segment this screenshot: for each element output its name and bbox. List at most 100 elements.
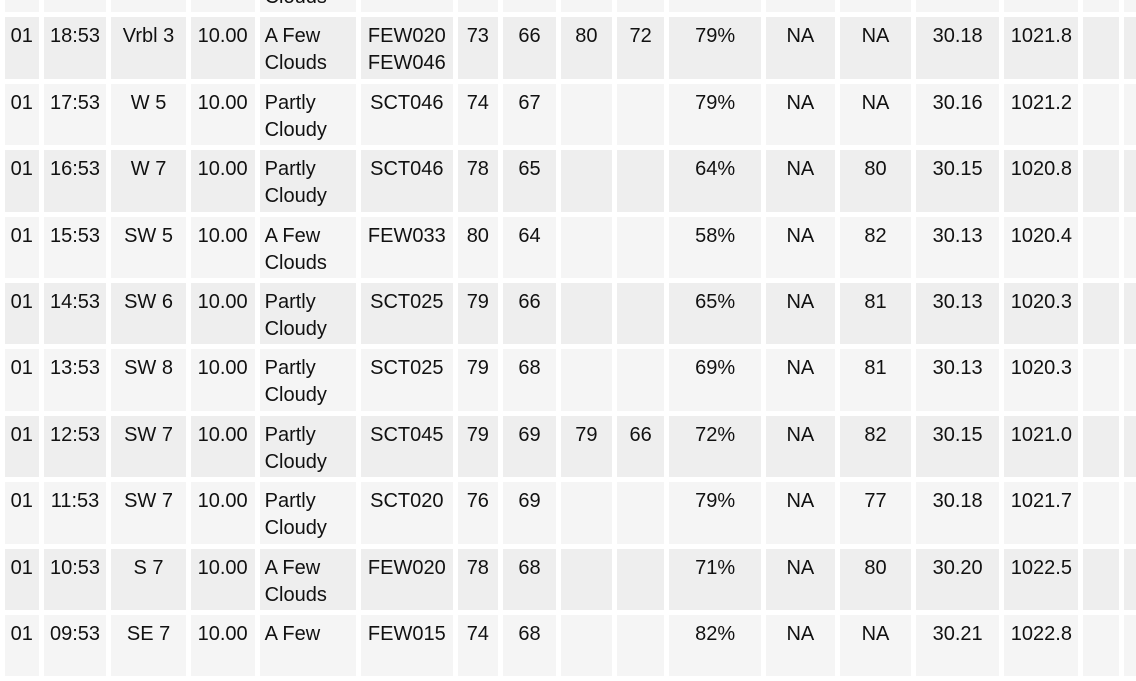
table-row: 01 17:53 W 5 10.00 Partly Cloudy SCT046 74 67 79… (5, 83, 1136, 146)
weather-observations-table: Clouds 0118:53Vrbl 310.00A Few CloudsFEW0… (0, 0, 1136, 681)
heat-index-cell: 81 (839, 282, 912, 345)
weather-cell: Partly Cloudy (259, 150, 357, 212)
precipitation-cell (1083, 17, 1119, 79)
precipitation-cell (1083, 216, 1119, 278)
wind-chill-cell: NA (765, 548, 835, 610)
wind-cell: SE 7 (111, 614, 186, 677)
min-6hr-cell: 72 (616, 17, 665, 79)
precipitation-cell (1083, 548, 1119, 610)
wind-chill-cell: NA (765, 216, 835, 278)
weather-cell: Partly Cloudy (259, 282, 357, 345)
visibility-cell: 10.00 (190, 150, 255, 212)
min-6hr-cell (616, 482, 665, 544)
humidity-cell: 58% (669, 216, 761, 278)
sky-condition-cell (361, 0, 453, 13)
wind-cell (111, 0, 186, 13)
min-6hr-cell (616, 83, 665, 146)
wind-cell: Vrbl 3 (111, 17, 186, 79)
max-6hr-cell (560, 150, 612, 212)
sea-level-pressure-cell (1004, 0, 1079, 13)
sky-condition-cell: SCT025 (361, 282, 453, 345)
visibility-cell: 10.00 (190, 614, 255, 677)
humidity-cell: 64% (669, 150, 761, 212)
date-cell: 01 (5, 548, 39, 610)
dewpoint-cell: 69 (503, 482, 556, 544)
precipitation-cell (1083, 349, 1119, 411)
max-6hr-cell (560, 0, 612, 13)
weather-cell: A Few (259, 614, 357, 677)
dewpoint-cell: 64 (503, 216, 556, 278)
altimeter-cell: 30.15 (916, 150, 1000, 212)
precipitation-cell (1083, 83, 1119, 146)
dewpoint-cell: 68 (503, 548, 556, 610)
max-6hr-cell (560, 548, 612, 610)
altimeter-cell: 30.16 (916, 83, 1000, 146)
time-cell: 16:53 (43, 150, 107, 212)
visibility-cell (190, 0, 255, 13)
sea-level-pressure-cell: 1021.0 (1004, 415, 1079, 478)
humidity-cell: 71% (669, 548, 761, 610)
precipitation-cell (1123, 482, 1136, 544)
visibility-cell: 10.00 (190, 482, 255, 544)
weather-cell: Partly Cloudy (259, 349, 357, 411)
temperature-cell (457, 0, 499, 13)
time-cell: 17:53 (43, 83, 107, 146)
max-6hr-cell (560, 216, 612, 278)
table-row: 01 13:53 SW 8 10.00 Partly Cloudy SCT025 79 68 6… (5, 349, 1136, 411)
table-row: 01 18:53 Vrbl 3 10.00 A Few Clouds FEW020 FEW… (5, 17, 1136, 79)
temperature-cell: 78 (457, 150, 499, 212)
time-cell: 12:53 (43, 415, 107, 478)
time-cell: 13:53 (43, 349, 107, 411)
visibility-cell: 10.00 (190, 548, 255, 610)
dewpoint-cell: 68 (503, 349, 556, 411)
altimeter-cell: 30.20 (916, 548, 1000, 610)
date-cell: 01 (5, 83, 39, 146)
table-row: 01 09:53 SE 7 10.00 A Few FEW015 74 68 82% NA NA 30… (5, 614, 1136, 677)
sea-level-pressure-cell: 1020.3 (1004, 282, 1079, 345)
temperature-cell: 79 (457, 415, 499, 478)
visibility-cell: 10.00 (190, 216, 255, 278)
altimeter-cell: 30.13 (916, 282, 1000, 345)
wind-cell: SW 7 (111, 482, 186, 544)
dewpoint-cell: 68 (503, 614, 556, 677)
sky-condition-cell: SCT046 (361, 83, 453, 146)
humidity-cell: 69% (669, 349, 761, 411)
heat-index-cell: 77 (839, 482, 912, 544)
sky-condition-cell: SCT020 (361, 482, 453, 544)
weather-cell: Partly Cloudy (259, 415, 357, 478)
humidity-cell: 82% (669, 614, 761, 677)
sea-level-pressure-cell: 1020.8 (1004, 150, 1079, 212)
max-6hr-cell (560, 282, 612, 345)
date-cell: 01 (5, 614, 39, 677)
max-6hr-cell: 79 (560, 415, 612, 478)
temperature-cell: 78 (457, 548, 499, 610)
dewpoint-cell (503, 0, 556, 13)
wind-chill-cell: NA (765, 282, 835, 345)
heat-index-cell: 80 (839, 150, 912, 212)
wind-cell: S 7 (111, 548, 186, 610)
visibility-cell: 10.00 (190, 282, 255, 345)
visibility-cell: 10.00 (190, 349, 255, 411)
heat-index-cell: NA (839, 83, 912, 146)
sea-level-pressure-cell: 1021.7 (1004, 482, 1079, 544)
wind-chill-cell: NA (765, 614, 835, 677)
table-row: 01 15:53 SW 5 10.00 A Few Clouds FEW033 80 64 58… (5, 216, 1136, 278)
min-6hr-cell (616, 548, 665, 610)
precipitation-cell (1123, 349, 1136, 411)
sky-condition-cell: SCT046 (361, 150, 453, 212)
precipitation-cell (1123, 216, 1136, 278)
time-cell: 14:53 (43, 282, 107, 345)
wind-chill-cell: NA (765, 482, 835, 544)
dewpoint-cell: 69 (503, 415, 556, 478)
wind-chill-cell: NA (765, 83, 835, 146)
dewpoint-cell: 65 (503, 150, 556, 212)
table-row: 01 11:53 SW 7 10.00 Partly Cloudy SCT020 76 69 7… (5, 482, 1136, 544)
min-6hr-cell (616, 349, 665, 411)
humidity-cell: 79% (669, 17, 761, 79)
weather-cell: Clouds (259, 0, 357, 13)
weather-cell: A Few Clouds (259, 17, 357, 79)
min-6hr-cell (616, 216, 665, 278)
sky-condition-cell: SCT025 (361, 349, 453, 411)
wind-cell: SW 6 (111, 282, 186, 345)
precipitation-cell (1123, 548, 1136, 610)
